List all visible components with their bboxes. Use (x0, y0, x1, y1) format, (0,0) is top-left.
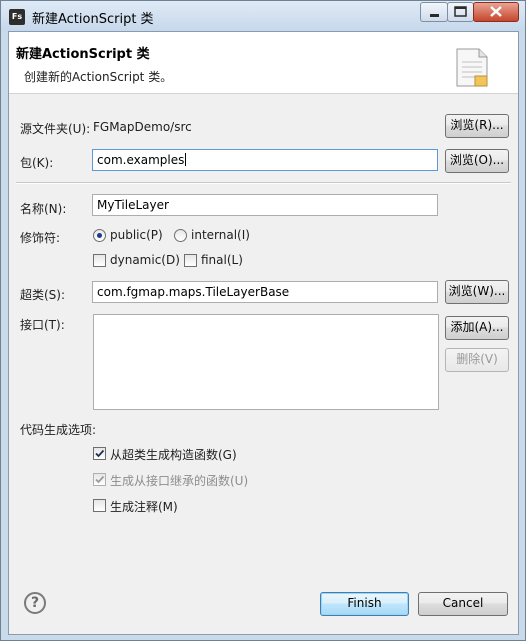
class-name-field[interactable]: MyTileLayer (92, 194, 438, 216)
finish-button[interactable]: Finish (320, 592, 409, 616)
generate-inherited-functions-label: 生成从接口继承的函数(U) (110, 474, 249, 488)
cancel-button[interactable]: Cancel (418, 592, 508, 616)
wizard-header: 新建ActionScript 类 创建新的ActionScript 类。 (9, 32, 518, 94)
package-field[interactable]: com.examples (92, 149, 438, 171)
header-title: 新建ActionScript 类 (16, 47, 150, 62)
maximize-button[interactable] (447, 2, 474, 22)
superclass-label: 超类(S): (20, 288, 66, 302)
close-button[interactable] (473, 2, 519, 22)
internal-radio[interactable] (174, 229, 187, 242)
minimize-icon (430, 14, 439, 17)
browse-superclass-button[interactable]: 浏览(W)... (445, 280, 509, 304)
dialog-window: Fs 新建ActionScript 类 新建ActionScript 类 创建新… (0, 0, 526, 641)
package-label: 包(K): (20, 156, 54, 170)
final-checkbox[interactable] (184, 254, 197, 267)
title-bar[interactable]: Fs 新建ActionScript 类 (1, 1, 525, 31)
generate-inherited-functions-checkbox[interactable] (93, 473, 106, 486)
generate-constructor-checkbox[interactable] (93, 447, 106, 460)
codegen-label: 代码生成选项: (20, 423, 97, 437)
source-folder-label: 源文件夹(U): (20, 122, 91, 136)
separator (16, 182, 511, 184)
dynamic-checkbox[interactable] (93, 254, 106, 267)
help-icon[interactable]: ? (24, 592, 46, 614)
modifiers-label: 修饰符: (20, 231, 61, 245)
interfaces-label: 接口(T): (20, 318, 65, 332)
checkmark-icon (95, 449, 105, 458)
new-class-document-icon (456, 48, 488, 87)
dialog-body: 新建ActionScript 类 创建新的ActionScript 类。 源文件… (8, 31, 519, 635)
text-caret (185, 153, 187, 166)
superclass-field[interactable]: com.fgmap.maps.TileLayerBase (92, 281, 438, 303)
generate-constructor-label: 从超类生成构造函数(G) (110, 448, 237, 462)
name-label: 名称(N): (20, 202, 67, 216)
public-radio[interactable] (93, 229, 106, 242)
final-checkbox-label: final(L) (201, 253, 243, 267)
header-description: 创建新的ActionScript 类。 (24, 70, 173, 84)
checkmark-icon (95, 475, 105, 484)
dynamic-checkbox-label: dynamic(D) (110, 253, 180, 267)
generate-comments-checkbox[interactable] (93, 499, 106, 512)
minimize-button[interactable] (420, 2, 448, 22)
window-title: 新建ActionScript 类 (32, 12, 154, 27)
public-radio-label: public(P) (110, 228, 163, 242)
browse-package-button[interactable]: 浏览(O)... (445, 149, 509, 173)
flash-builder-icon: Fs (9, 9, 25, 25)
package-field-text: com.examples (97, 153, 185, 167)
browse-source-folder-button[interactable]: 浏览(R)... (445, 114, 509, 138)
interfaces-list[interactable] (93, 314, 439, 410)
close-icon (490, 6, 502, 17)
generate-comments-label: 生成注释(M) (110, 500, 178, 514)
maximize-icon (454, 6, 467, 17)
add-interface-button[interactable]: 添加(A)... (445, 316, 509, 340)
internal-radio-label: internal(I) (191, 228, 250, 242)
source-folder-value: FGMapDemo/src (93, 120, 192, 134)
remove-interface-button[interactable]: 删除(V) (445, 348, 509, 372)
